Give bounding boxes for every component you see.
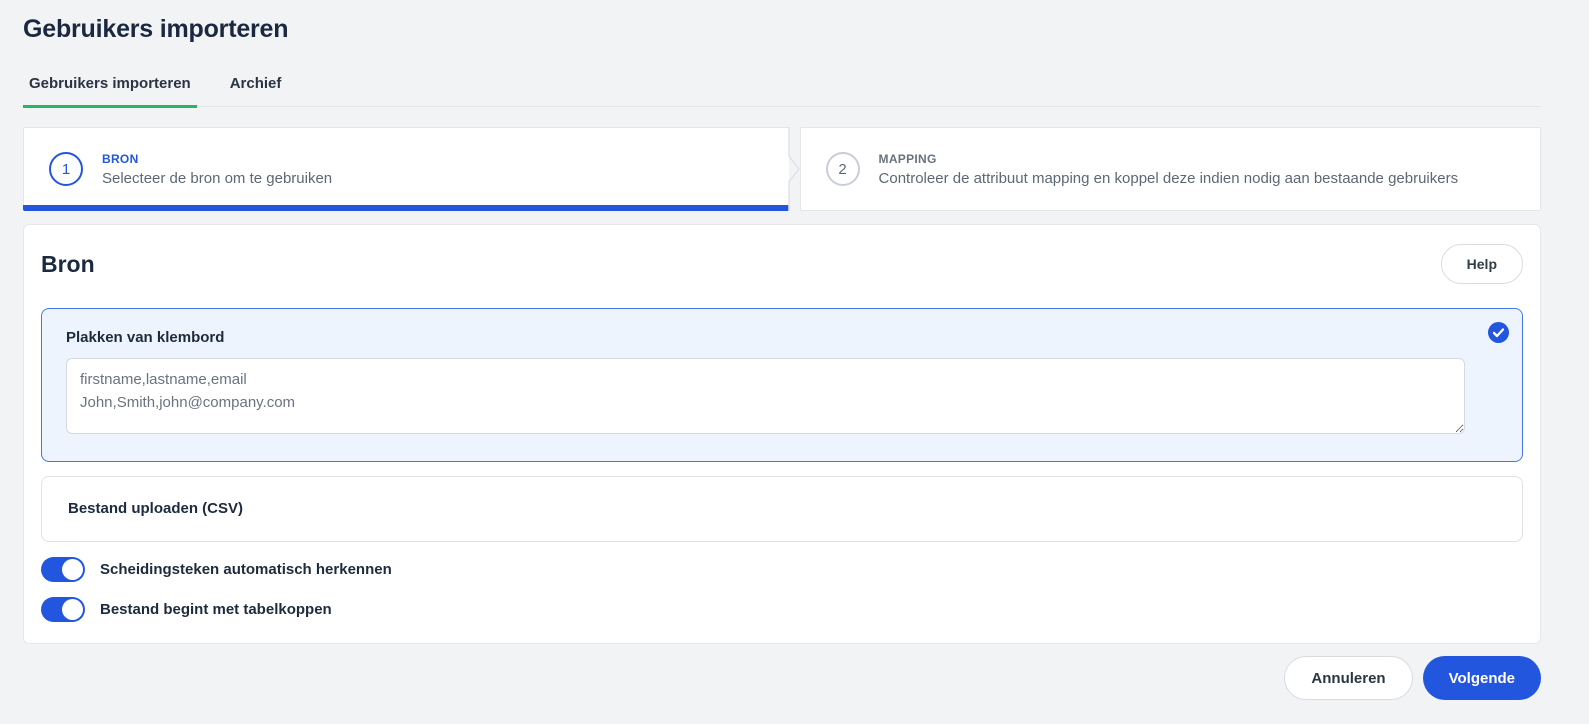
- step-bron[interactable]: 1 BRON Selecteer de bron om te gebruiken: [23, 127, 789, 211]
- step-text: MAPPING Controleer de attribuut mapping …: [879, 152, 1459, 187]
- wizard-footer: Annuleren Volgende: [23, 656, 1541, 700]
- toggle-label: Bestand begint met tabelkoppen: [100, 601, 332, 618]
- tab-bar: Gebruikers importeren Archief: [23, 75, 1541, 107]
- cancel-button[interactable]: Annuleren: [1284, 656, 1412, 700]
- check-circle-icon: [1488, 322, 1509, 343]
- step-mapping[interactable]: 2 MAPPING Controleer de attribuut mappin…: [800, 127, 1541, 211]
- toggle-knob: [62, 599, 83, 620]
- clipboard-paste-textarea[interactable]: firstname,lastname,email John,Smith,john…: [66, 358, 1465, 434]
- toggle-auto-detect-delimiter[interactable]: [41, 557, 85, 582]
- tab-gebruikers-importeren[interactable]: Gebruikers importeren: [23, 75, 197, 108]
- step-label: MAPPING: [879, 152, 1459, 166]
- step-number-badge: 1: [49, 152, 83, 186]
- step-separator-chevron-icon: [788, 127, 800, 211]
- step-label: BRON: [102, 152, 332, 166]
- toggle-file-has-headers[interactable]: [41, 597, 85, 622]
- bron-panel-header: Bron Help: [41, 244, 1523, 284]
- toggle-label: Scheidingsteken automatisch herkennen: [100, 561, 392, 578]
- bron-panel: Bron Help Plakken van klembord firstname…: [23, 224, 1541, 644]
- source-option-paste[interactable]: Plakken van klembord firstname,lastname,…: [41, 308, 1523, 462]
- toggle-knob: [62, 559, 83, 580]
- step-description: Selecteer de bron om te gebruiken: [102, 170, 332, 187]
- paste-option-label: Plakken van klembord: [66, 328, 1498, 348]
- page-title: Gebruikers importeren: [23, 15, 1541, 44]
- delimiter-toggle-row: Scheidingsteken automatisch herkennen: [41, 557, 1523, 582]
- wizard-stepper: 1 BRON Selecteer de bron om te gebruiken…: [23, 127, 1541, 211]
- step-number-badge: 2: [826, 152, 860, 186]
- active-step-indicator: [23, 205, 789, 211]
- step-description: Controleer de attribuut mapping en koppe…: [879, 170, 1459, 187]
- headers-toggle-row: Bestand begint met tabelkoppen: [41, 597, 1523, 622]
- next-button[interactable]: Volgende: [1423, 656, 1541, 700]
- source-option-upload-csv[interactable]: Bestand uploaden (CSV): [41, 476, 1523, 542]
- upload-option-label: Bestand uploaden (CSV): [68, 499, 1496, 519]
- help-button[interactable]: Help: [1441, 244, 1523, 284]
- page: Gebruikers importeren Gebruikers importe…: [0, 0, 1589, 724]
- tab-archief[interactable]: Archief: [224, 75, 288, 108]
- section-title: Bron: [41, 251, 95, 278]
- step-text: BRON Selecteer de bron om te gebruiken: [102, 152, 332, 187]
